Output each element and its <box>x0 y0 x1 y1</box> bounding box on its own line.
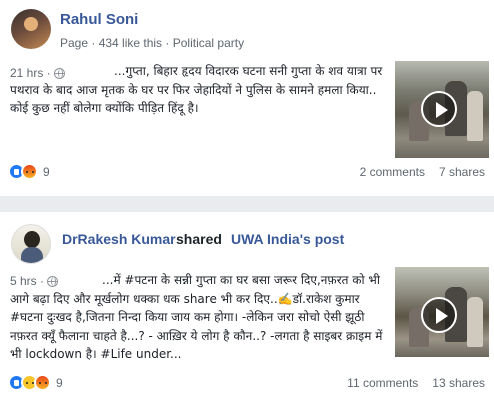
comments-count[interactable]: 11 comments <box>347 376 418 390</box>
thumbnail-figure <box>467 297 483 347</box>
page-subtitle: Page · 434 like this · Political party <box>60 36 245 50</box>
avatar[interactable] <box>11 9 51 49</box>
reactions-summary[interactable]: 9 <box>8 374 63 391</box>
reaction-count: 9 <box>56 375 63 390</box>
post-text: ...में #पटना के सन्नी गुप्ता का घर बसा ज… <box>10 273 383 361</box>
shares-count[interactable]: 7 shares <box>439 165 485 179</box>
shared-page-link[interactable]: UWA India's post <box>231 231 344 247</box>
play-icon[interactable] <box>421 297 457 333</box>
post-card: Rahul Soni Page · 434 like this · Politi… <box>0 0 494 196</box>
post-author[interactable]: DrRakesh Kumar <box>62 231 176 247</box>
post-author[interactable]: Rahul Soni <box>60 11 138 28</box>
post-text: ...गुप्ता, बिहार हृदय विदारक घटना सनी गु… <box>10 64 383 115</box>
post-stats: 2 comments 7 shares <box>360 165 485 179</box>
play-icon[interactable] <box>421 91 457 127</box>
reaction-count: 9 <box>43 164 50 179</box>
thumbnail-figure <box>467 91 483 141</box>
shares-count[interactable]: 13 shares <box>432 376 485 390</box>
video-thumbnail[interactable] <box>395 267 489 357</box>
shared-label: shared <box>176 231 222 247</box>
video-thumbnail[interactable] <box>395 61 489 158</box>
reactions-summary[interactable]: 9 <box>8 163 50 180</box>
angry-reaction-icon <box>21 163 38 180</box>
post-card: DrRakesh Kumar shared UWA India's post 5… <box>0 212 494 401</box>
avatar[interactable] <box>11 224 51 264</box>
post-stats: 11 comments 13 shares <box>347 376 485 390</box>
comments-count[interactable]: 2 comments <box>360 165 425 179</box>
angry-reaction-icon <box>34 374 51 391</box>
